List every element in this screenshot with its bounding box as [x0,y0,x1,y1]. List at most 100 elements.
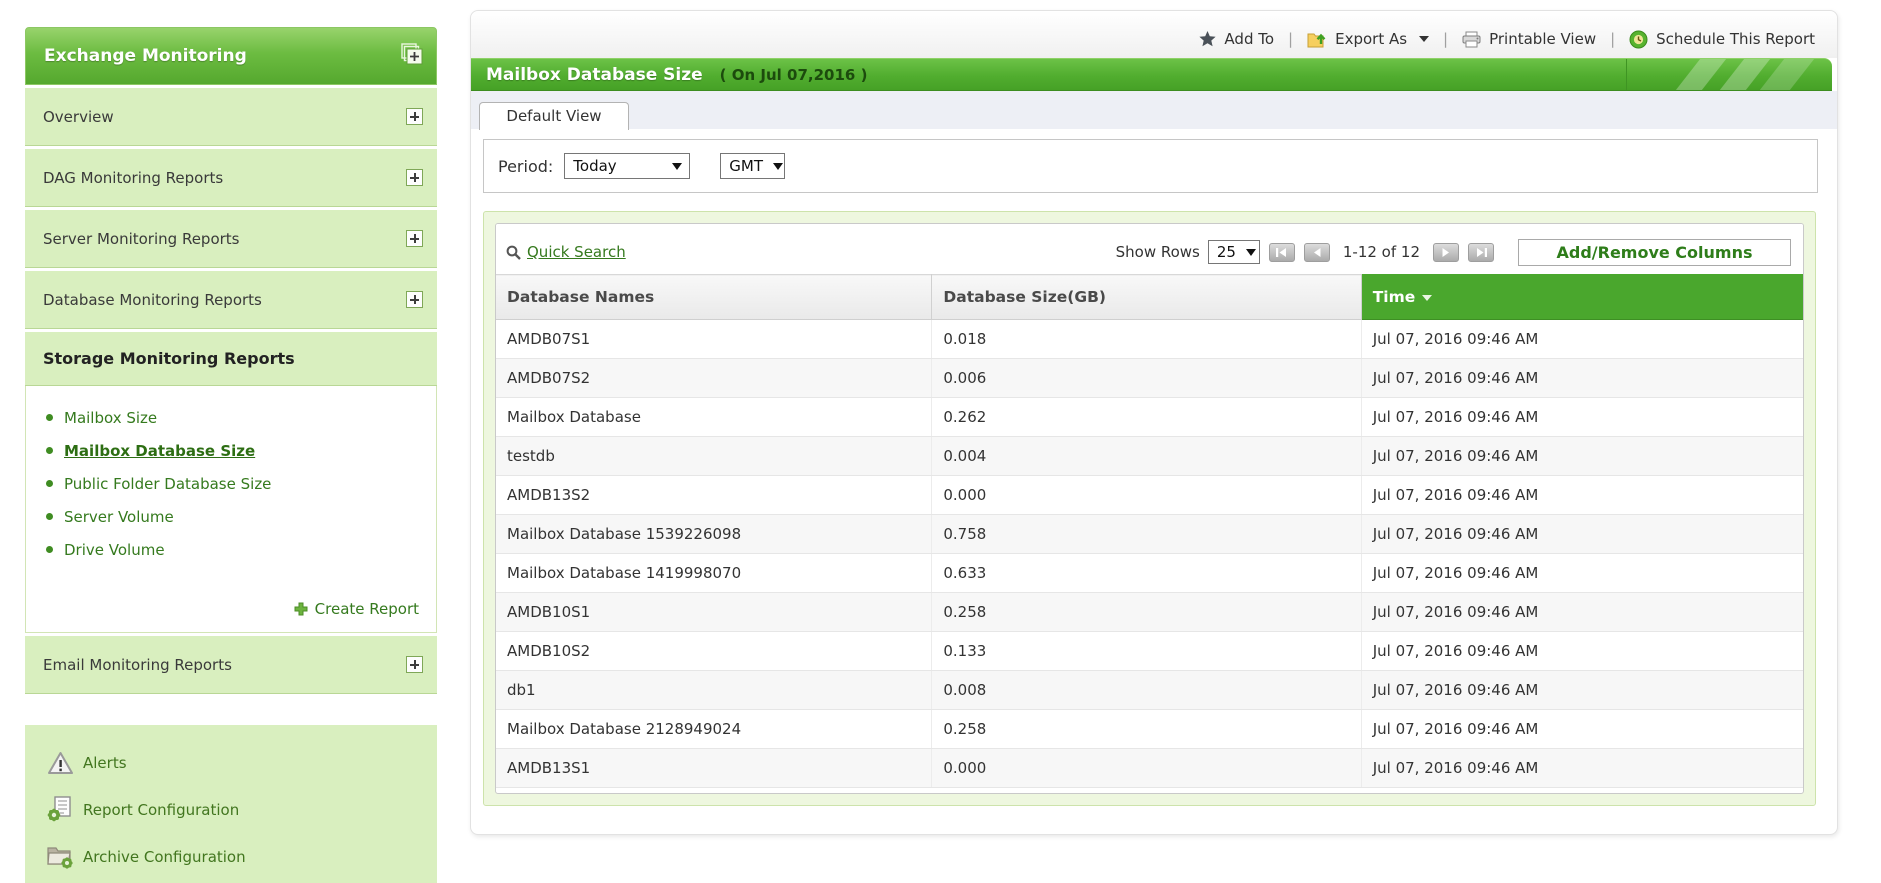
db-name-cell: Mailbox Database 1539226098 [496,514,933,554]
expand-icon[interactable] [406,656,423,673]
report-link-drive-volume[interactable]: Drive Volume [26,533,436,566]
show-rows-label: Show Rows [1115,243,1200,261]
period-select[interactable]: Today [564,153,691,179]
sidebar-item-server-monitoring[interactable]: Server Monitoring Reports [25,210,437,268]
timezone-select[interactable]: GMT [720,153,786,179]
column-header-database-size[interactable]: Database Size(GB) [931,274,1362,320]
export-as-button[interactable]: Export As [1307,30,1430,48]
alerts-link[interactable]: Alerts [25,739,437,786]
table-container: Quick Search Show Rows 25 1-12 of 12 Add… [483,211,1816,806]
table-row[interactable]: AMDB10S2 0.133 Jul 07, 2016 09:46 AM [496,631,1803,671]
db-size-cell: 0.258 [931,709,1362,749]
sidebar-item-database-monitoring[interactable]: Database Monitoring Reports [25,271,437,329]
chevron-down-icon [1419,36,1430,42]
report-link-public-folder-database-size[interactable]: Public Folder Database Size [26,467,436,500]
filter-bar: Period: Today GMT [483,139,1818,193]
db-size-cell: 0.000 [931,748,1362,788]
db-size-cell: 0.008 [931,670,1362,710]
report-link-server-volume[interactable]: Server Volume [26,500,436,533]
sidebar-tools: Alerts Report Configuration Archive Conf… [25,725,437,883]
expand-icon[interactable] [406,169,423,186]
time-cell: Jul 07, 2016 09:46 AM [1361,358,1803,398]
printable-view-button[interactable]: Printable View [1462,30,1596,48]
plus-icon [294,602,308,616]
show-rows-select[interactable]: 25 [1207,240,1260,264]
sidebar-item-email-monitoring[interactable]: Email Monitoring Reports [25,636,437,694]
report-title: Mailbox Database Size [486,64,703,85]
alert-icon [45,749,75,777]
db-size-cell: 0.258 [931,592,1362,632]
toolbar-separator: | [1288,30,1294,48]
sidebar-item-dag-monitoring[interactable]: DAG Monitoring Reports [25,149,437,207]
page: Exchange Monitoring Overview DAG Monitor… [0,0,1881,883]
table-row[interactable]: AMDB10S1 0.258 Jul 07, 2016 09:46 AM [496,592,1803,632]
time-cell: Jul 07, 2016 09:46 AM [1361,631,1803,671]
report-title-bar: Mailbox Database Size ( On Jul 07,2016 ) [471,58,1832,91]
column-header-database-names[interactable]: Database Names [496,274,933,320]
table-row[interactable]: Mailbox Database 2128949024 0.258 Jul 07, … [496,709,1803,749]
db-name-cell: AMDB10S2 [496,631,933,671]
table-row[interactable]: AMDB13S2 0.000 Jul 07, 2016 09:46 AM [496,475,1803,515]
table-row[interactable]: Mailbox Database 0.262 Jul 07, 2016 09:46 … [496,397,1803,437]
export-icon [1307,33,1326,47]
expand-icon[interactable] [406,291,423,308]
table-body: AMDB07S1 0.018 Jul 07, 2016 09:46 AM AMDB07… [496,319,1803,788]
sidebar-header[interactable]: Exchange Monitoring [25,27,437,85]
tab-default-view[interactable]: Default View [479,102,629,130]
expand-icon[interactable] [406,230,423,247]
db-name-cell: AMDB10S1 [496,592,933,632]
table-row[interactable]: AMDB07S2 0.006 Jul 07, 2016 09:46 AM [496,358,1803,398]
page-info: 1-12 of 12 [1342,243,1420,261]
previous-page-button[interactable] [1303,242,1330,262]
bullet-icon [46,480,53,487]
db-size-cell: 0.000 [931,475,1362,515]
db-size-cell: 0.758 [931,514,1362,554]
table-row[interactable]: Mailbox Database 1539226098 0.758 Jul 07, … [496,514,1803,554]
table-row[interactable]: Mailbox Database 1419998070 0.633 Jul 07, … [496,553,1803,593]
chevron-down-icon [672,162,683,170]
chevron-down-icon [1245,248,1256,256]
time-cell: Jul 07, 2016 09:46 AM [1361,436,1803,476]
report-configuration-link[interactable]: Report Configuration [25,786,437,833]
report-link-mailbox-database-size[interactable]: Mailbox Database Size [26,434,436,467]
expand-all-icon[interactable] [401,42,424,70]
add-remove-columns-button[interactable]: Add/Remove Columns [1518,238,1791,266]
db-name-cell: AMDB07S1 [496,319,933,359]
db-size-cell: 0.004 [931,436,1362,476]
table-row[interactable]: AMDB13S1 0.000 Jul 07, 2016 09:46 AM [496,748,1803,788]
schedule-report-button[interactable]: Schedule This Report [1629,30,1815,49]
period-label: Period: [498,156,554,176]
next-page-button[interactable] [1433,242,1459,262]
report-table: Database Names Database Size(GB) Time AM… [496,274,1803,788]
report-toolbar: Add To | Export As | Printable View | Sc… [471,11,1837,58]
titlebar-decoration [1626,59,1832,90]
last-page-button[interactable] [1468,242,1494,262]
report-date: ( On Jul 07,2016 ) [719,65,868,84]
archive-configuration-link[interactable]: Archive Configuration [25,833,437,880]
column-header-time[interactable]: Time [1361,274,1803,320]
db-name-cell: db1 [496,670,933,710]
report-config-icon [45,796,75,824]
db-name-cell: AMDB13S2 [496,475,933,515]
time-cell: Jul 07, 2016 09:46 AM [1361,514,1803,554]
table-row[interactable]: AMDB07S1 0.018 Jul 07, 2016 09:46 AM [496,319,1803,359]
quick-search-link[interactable]: Quick Search [506,243,626,261]
add-to-button[interactable]: Add To [1199,30,1274,48]
sidebar-item-storage-monitoring[interactable]: Storage Monitoring Reports [25,332,437,386]
sidebar-item-overview[interactable]: Overview [25,88,437,146]
time-cell: Jul 07, 2016 09:46 AM [1361,709,1803,749]
expand-icon[interactable] [406,108,423,125]
table-row[interactable]: testdb 0.004 Jul 07, 2016 09:46 AM [496,436,1803,476]
star-icon [1199,31,1217,47]
time-cell: Jul 07, 2016 09:46 AM [1361,592,1803,632]
db-name-cell: testdb [496,436,933,476]
db-name-cell: Mailbox Database 2128949024 [496,709,933,749]
db-size-cell: 0.262 [931,397,1362,437]
table-controls: Quick Search Show Rows 25 1-12 of 12 Add… [496,224,1803,274]
db-name-cell: AMDB07S2 [496,358,933,398]
schedule-icon [1629,30,1648,48]
report-link-mailbox-size[interactable]: Mailbox Size [26,401,436,434]
create-report-link[interactable]: Create Report [26,600,436,618]
first-page-button[interactable] [1268,242,1295,262]
table-row[interactable]: db1 0.008 Jul 07, 2016 09:46 AM [496,670,1803,710]
